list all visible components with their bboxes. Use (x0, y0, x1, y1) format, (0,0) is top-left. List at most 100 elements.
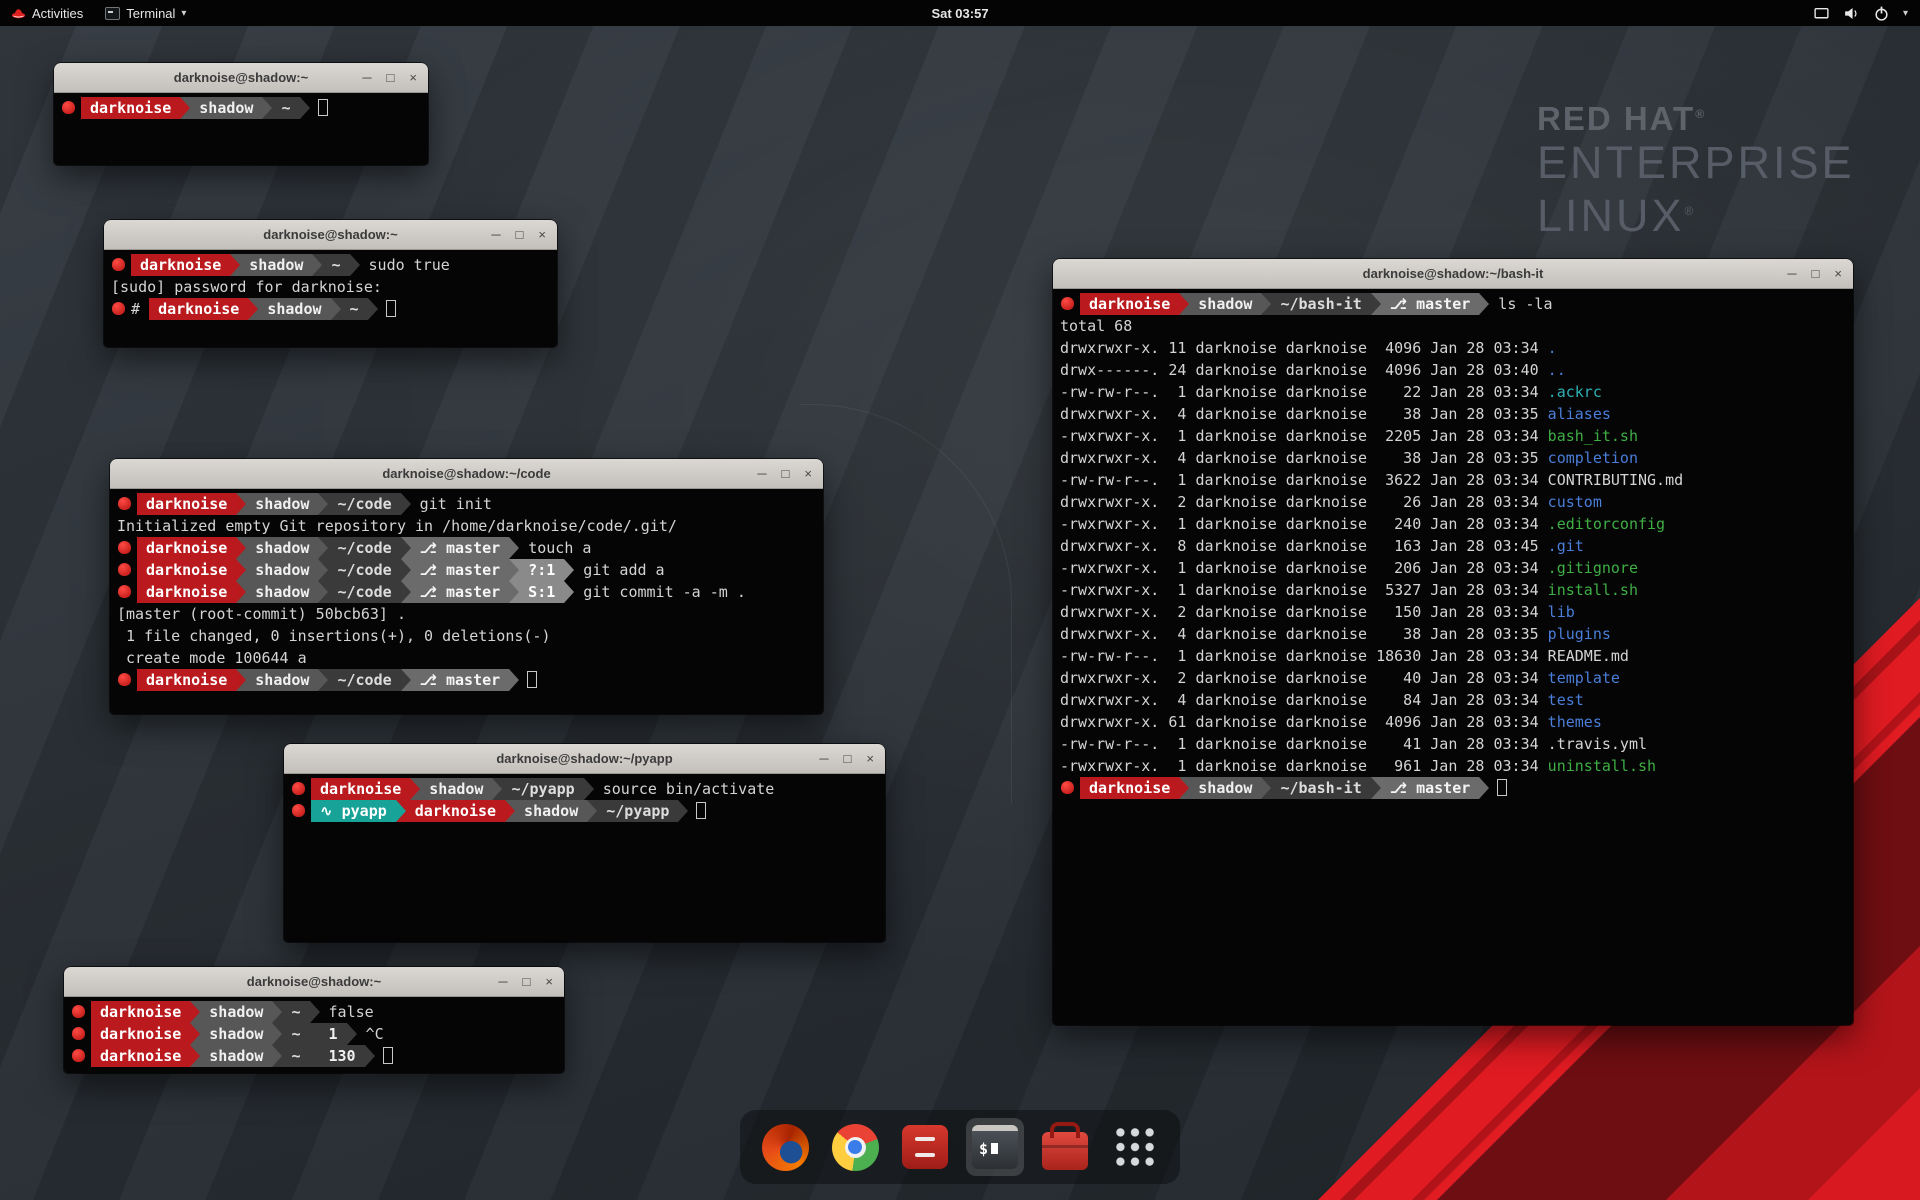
chevron-down-icon[interactable]: ▾ (1903, 8, 1908, 19)
terminal-text: lib (1548, 603, 1575, 621)
terminal-text: ^C (357, 1025, 384, 1043)
terminal-text: -rw-rw-r--. 1 darknoise darknoise 18630 … (1060, 647, 1548, 665)
prompt-segment-host: shadow (1189, 777, 1261, 799)
terminal-window-bash-it[interactable]: darknoise@shadow:~/bash-it ─ □ × darknoi… (1053, 259, 1853, 1025)
close-button[interactable]: × (409, 70, 417, 85)
dock-terminal[interactable]: $ (966, 1118, 1024, 1176)
close-button[interactable]: × (804, 466, 812, 481)
maximize-button[interactable]: □ (844, 751, 852, 766)
close-button[interactable]: × (1834, 266, 1842, 281)
prompt-segment-path: ~ (322, 254, 349, 276)
minimize-button[interactable]: ─ (491, 227, 500, 242)
terminal-window-home-1[interactable]: darknoise@shadow:~ ─ □ × darknoiseshadow… (54, 63, 428, 165)
minimize-button[interactable]: ─ (498, 974, 507, 989)
terminal-text: [master (root-commit) 50bcb63] . (117, 605, 406, 623)
dock-software[interactable] (1036, 1118, 1094, 1176)
terminal-cursor (527, 671, 537, 688)
terminal-text: git commit -a -m . (574, 583, 746, 601)
terminal-text: custom (1548, 493, 1602, 511)
prompt-segment-user: darknoise (1080, 293, 1179, 315)
terminal-window-sudo[interactable]: darknoise@shadow:~ ─ □ × darknoiseshadow… (104, 220, 557, 347)
prompt-segment-git: ⎇ master (1381, 293, 1480, 315)
redhat-prompt-icon (118, 585, 131, 598)
powerline-arrow-icon (318, 669, 328, 691)
dock-app-grid[interactable] (1106, 1118, 1164, 1176)
terminal-text: sudo true (360, 256, 450, 274)
powerline-arrow-icon (350, 254, 360, 276)
powerline-arrow-icon (248, 298, 258, 320)
minimize-button[interactable]: ─ (1787, 266, 1796, 281)
terminal-text: bash_it.sh (1548, 427, 1638, 445)
maximize-button[interactable]: □ (516, 227, 524, 242)
terminal-text: -rwxrwxr-x. 1 darknoise darknoise 206 Ja… (1060, 559, 1548, 577)
maximize-button[interactable]: □ (387, 70, 395, 85)
app-menu-label: Terminal (126, 6, 175, 21)
terminal-content[interactable]: darknoiseshadow~/pyapp source bin/activa… (284, 774, 885, 942)
terminal-text: .gitignore (1548, 559, 1638, 577)
titlebar[interactable]: darknoise@shadow:~/code ─ □ × (110, 459, 823, 489)
terminal-text: test (1548, 691, 1584, 709)
titlebar[interactable]: darknoise@shadow:~/bash-it ─ □ × (1053, 259, 1853, 289)
terminal-text: README.md (1548, 647, 1629, 665)
titlebar[interactable]: darknoise@shadow:~ ─ □ × (54, 63, 428, 93)
display-icon[interactable] (1813, 5, 1830, 22)
terminal-text: [sudo] password for darknoise: (111, 278, 391, 296)
dock-firefox[interactable] (756, 1118, 814, 1176)
prompt-segment-path: ~ (272, 97, 299, 119)
terminal-content[interactable]: darknoiseshadow~ falsedarknoiseshadow~1 … (64, 997, 564, 1073)
terminal-text: . (1548, 339, 1557, 357)
prompt-segment-user: darknoise (137, 559, 236, 581)
powerline-arrow-icon (509, 559, 519, 581)
minimize-button[interactable]: ─ (362, 70, 371, 85)
terminal-text: 1 file changed, 0 insertions(+), 0 delet… (117, 627, 550, 645)
activities-button[interactable]: Activities (0, 0, 94, 26)
maximize-button[interactable]: □ (782, 466, 790, 481)
close-button[interactable]: × (545, 974, 553, 989)
powerline-arrow-icon (312, 254, 322, 276)
titlebar[interactable]: darknoise@shadow:~/pyapp ─ □ × (284, 744, 885, 774)
prompt-segment-host: shadow (240, 254, 312, 276)
redhat-prompt-icon (72, 1049, 85, 1062)
dock-chrome[interactable] (826, 1118, 884, 1176)
brand-line1: RED HAT (1537, 100, 1695, 137)
terminal-content[interactable]: darknoiseshadow~/bash-it⎇ master ls -lat… (1053, 289, 1853, 1025)
window-title: darknoise@shadow:~ (174, 70, 308, 85)
powerline-arrow-icon (410, 778, 420, 800)
terminal-content[interactable]: darknoiseshadow~ (54, 93, 428, 165)
terminal-content[interactable]: darknoiseshadow~ sudo true[sudo] passwor… (104, 250, 557, 347)
volume-icon[interactable] (1843, 5, 1860, 22)
powerline-arrow-icon (230, 254, 240, 276)
maximize-button[interactable]: □ (523, 974, 531, 989)
close-button[interactable]: × (866, 751, 874, 766)
prompt-segment-host: shadow (246, 581, 318, 603)
terminal-cursor (383, 1047, 393, 1064)
python-icon: ∿ (320, 802, 342, 820)
prompt-segment-host: shadow (246, 493, 318, 515)
clock[interactable]: Sat 03:57 (931, 6, 988, 21)
terminal-content[interactable]: darknoiseshadow~/code git initInitialize… (110, 489, 823, 714)
terminal-window-home-2[interactable]: darknoise@shadow:~ ─ □ × darknoiseshadow… (64, 967, 564, 1073)
powerline-arrow-icon (401, 559, 411, 581)
maximize-button[interactable]: □ (1812, 266, 1820, 281)
power-icon[interactable] (1873, 5, 1890, 22)
minimize-button[interactable]: ─ (819, 751, 828, 766)
dock-files[interactable] (896, 1118, 954, 1176)
powerline-arrow-icon (1479, 293, 1489, 315)
terminal-window-code[interactable]: darknoise@shadow:~/code ─ □ × darknoise s… (110, 459, 823, 714)
prompt-segment-user: darknoise (137, 537, 236, 559)
powerline-arrow-icon (318, 581, 328, 603)
app-menu-terminal[interactable]: Terminal ▾ (94, 0, 197, 26)
titlebar[interactable]: darknoise@shadow:~ ─ □ × (104, 220, 557, 250)
terminal-text: false (320, 1003, 374, 1021)
powerline-arrow-icon (318, 559, 328, 581)
minimize-button[interactable]: ─ (757, 466, 766, 481)
terminal-window-pyapp[interactable]: darknoise@shadow:~/pyapp ─ □ × darknoise… (284, 744, 885, 942)
powerline-arrow-icon (584, 778, 594, 800)
prompt-segment-path: ~/bash-it (1271, 777, 1370, 799)
close-button[interactable]: × (538, 227, 546, 242)
titlebar[interactable]: darknoise@shadow:~ ─ □ × (64, 967, 564, 997)
terminal-text: completion (1548, 449, 1638, 467)
terminal-text: plugins (1548, 625, 1611, 643)
prompt-segment-git: ⎇ master (411, 581, 510, 603)
prompt-segment-user: darknoise (91, 1001, 190, 1023)
